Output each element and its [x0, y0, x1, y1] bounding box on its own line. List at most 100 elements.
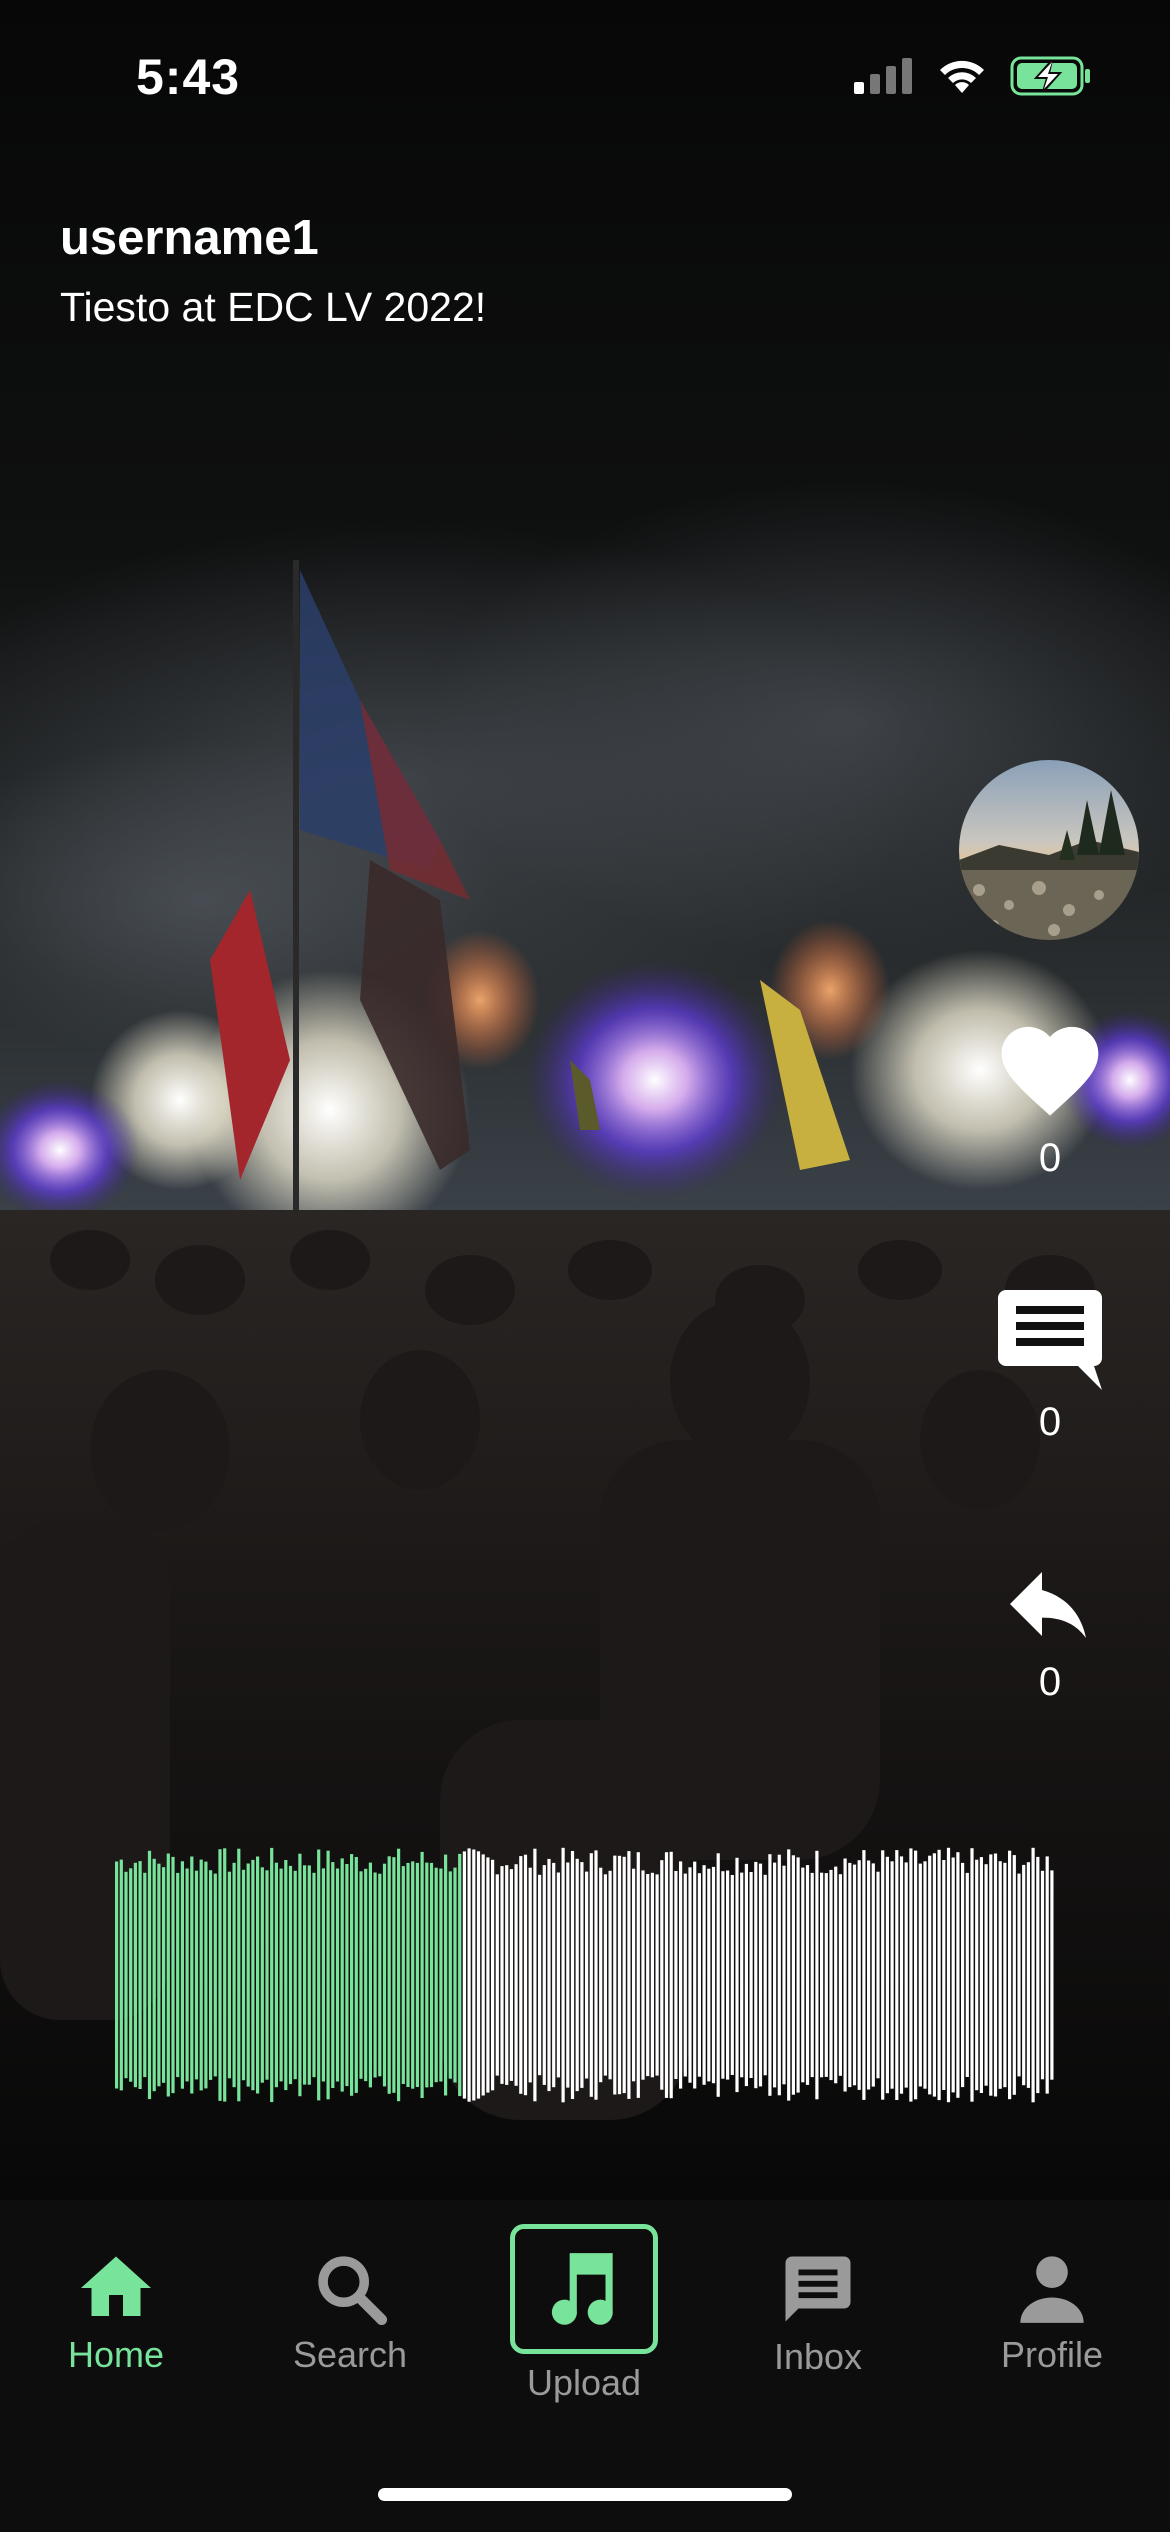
waveform-bar	[679, 1861, 683, 2089]
waveform-bar	[566, 1862, 570, 2088]
waveform-bar	[265, 1870, 269, 2080]
waveform-bar	[744, 1863, 748, 2087]
comment-action[interactable]: 0	[980, 1290, 1120, 1445]
heart-icon[interactable]	[992, 1022, 1108, 1126]
waveform-bar	[918, 1863, 922, 2087]
waveform-bar	[453, 1867, 457, 2083]
tab-upload[interactable]: Upload	[484, 2224, 684, 2404]
waveform-bar	[575, 1858, 579, 2092]
waveform-bar	[467, 1848, 471, 2102]
waveform-bar	[763, 1874, 767, 2076]
waveform-bar	[961, 1862, 965, 2088]
waveform-bar	[147, 1850, 152, 2100]
home-icon	[81, 2256, 151, 2316]
waveform-bar	[354, 1857, 358, 2093]
waveform-bar	[373, 1872, 377, 2078]
waveform-bar	[500, 1866, 504, 2084]
comment-icon[interactable]	[998, 1290, 1102, 1390]
waveform-bar	[481, 1854, 485, 2096]
waveform-bar	[495, 1874, 499, 2076]
waveform-bar	[975, 1859, 979, 2091]
waveform-bar	[711, 1866, 716, 2084]
waveform-bar	[180, 1861, 184, 2089]
like-action[interactable]: 0	[980, 1022, 1120, 1181]
waveform-bar	[171, 1856, 175, 2094]
waveform-bar	[213, 1873, 217, 2077]
waveform-bar	[288, 1865, 293, 2085]
waveform-bar	[852, 1864, 857, 2086]
creator-avatar[interactable]	[959, 760, 1139, 940]
waveform-bar	[838, 1874, 842, 2076]
waveform-bar	[472, 1849, 476, 2101]
waveform-bar	[162, 1867, 166, 2083]
person-icon	[1020, 2256, 1084, 2323]
waveform-bar	[429, 1862, 434, 2088]
search-icon	[318, 2256, 388, 2326]
waveform-bar	[655, 1874, 659, 2076]
waveform-bar	[768, 1854, 772, 2096]
waveform-bar	[881, 1850, 885, 2100]
waveform-bar	[133, 1862, 137, 2088]
waveform-bar	[523, 1854, 528, 2096]
waveform-bar	[570, 1851, 575, 2099]
avatar-image	[959, 760, 1139, 940]
share-action[interactable]: 0	[980, 1572, 1120, 1705]
waveform-bar	[928, 1855, 932, 2095]
tab-home[interactable]: Home	[16, 2250, 216, 2376]
waveform-bar	[1050, 1870, 1054, 2080]
waveform-bar	[401, 1866, 405, 2084]
waveform-bar	[232, 1862, 236, 2088]
waveform-bar	[646, 1874, 650, 2077]
waveform-bar	[580, 1862, 584, 2088]
waveform-bar	[420, 1851, 424, 2098]
waveform-bar	[735, 1857, 739, 2093]
tab-inbox[interactable]: Inbox	[718, 2250, 918, 2378]
waveform-bar	[773, 1862, 777, 2088]
waveform-bar	[669, 1851, 673, 2099]
waveform-bar	[1036, 1856, 1040, 2094]
waveform-bar	[617, 1855, 622, 2095]
waveform-bar	[359, 1871, 363, 2079]
tab-profile[interactable]: Profile	[952, 2250, 1152, 2376]
waveform-bar	[693, 1861, 697, 2089]
waveform-bar	[848, 1862, 852, 2088]
waveform-bar	[923, 1861, 927, 2089]
waveform-bar	[256, 1856, 260, 2094]
waveform-bar	[815, 1850, 819, 2100]
waveform-bar	[688, 1867, 692, 2083]
waveform-bar	[528, 1867, 532, 2083]
reply-arrow-icon[interactable]	[1002, 1572, 1098, 1650]
post-username[interactable]: username1	[60, 210, 486, 266]
waveform-bar	[585, 1871, 589, 2079]
waveform-bar	[1031, 1847, 1035, 2103]
waveform-bar	[843, 1858, 847, 2092]
video-feed-screen[interactable]: 5:43 username1 Tiesto at EDC LV 2022! 0 …	[0, 0, 1170, 2532]
waveform-bar	[364, 1868, 368, 2082]
waveform-bar	[683, 1873, 687, 2077]
waveform-bar	[331, 1862, 335, 2088]
waveform-bar	[740, 1872, 744, 2078]
tab-home-label: Home	[67, 2334, 165, 2375]
waveform-bar	[834, 1866, 838, 2084]
home-indicator[interactable]	[378, 2488, 792, 2501]
waveform-bar	[636, 1852, 640, 2098]
waveform-bar	[237, 1848, 241, 2102]
waveform-bar	[664, 1852, 669, 2098]
waveform-bar	[458, 1853, 462, 2097]
waveform-bar	[260, 1867, 264, 2083]
tab-search[interactable]: Search	[250, 2250, 450, 2376]
upload-button-frame[interactable]	[510, 2224, 658, 2354]
waveform-bar	[462, 1851, 466, 2099]
waveform-bar	[335, 1868, 340, 2082]
waveform-bar	[787, 1849, 791, 2101]
waveform-bar	[984, 1864, 988, 2086]
waveform-bar	[716, 1853, 720, 2097]
waveform-bar	[439, 1868, 443, 2082]
waveform-bar	[632, 1868, 636, 2082]
post-caption: username1 Tiesto at EDC LV 2022!	[60, 210, 486, 331]
audio-waveform-scrubber[interactable]	[115, 1840, 1055, 2110]
post-description: Tiesto at EDC LV 2022!	[60, 284, 487, 330]
waveform-bar	[251, 1859, 255, 2091]
waveform-bar	[505, 1865, 509, 2085]
waveform-bar	[970, 1848, 974, 2102]
